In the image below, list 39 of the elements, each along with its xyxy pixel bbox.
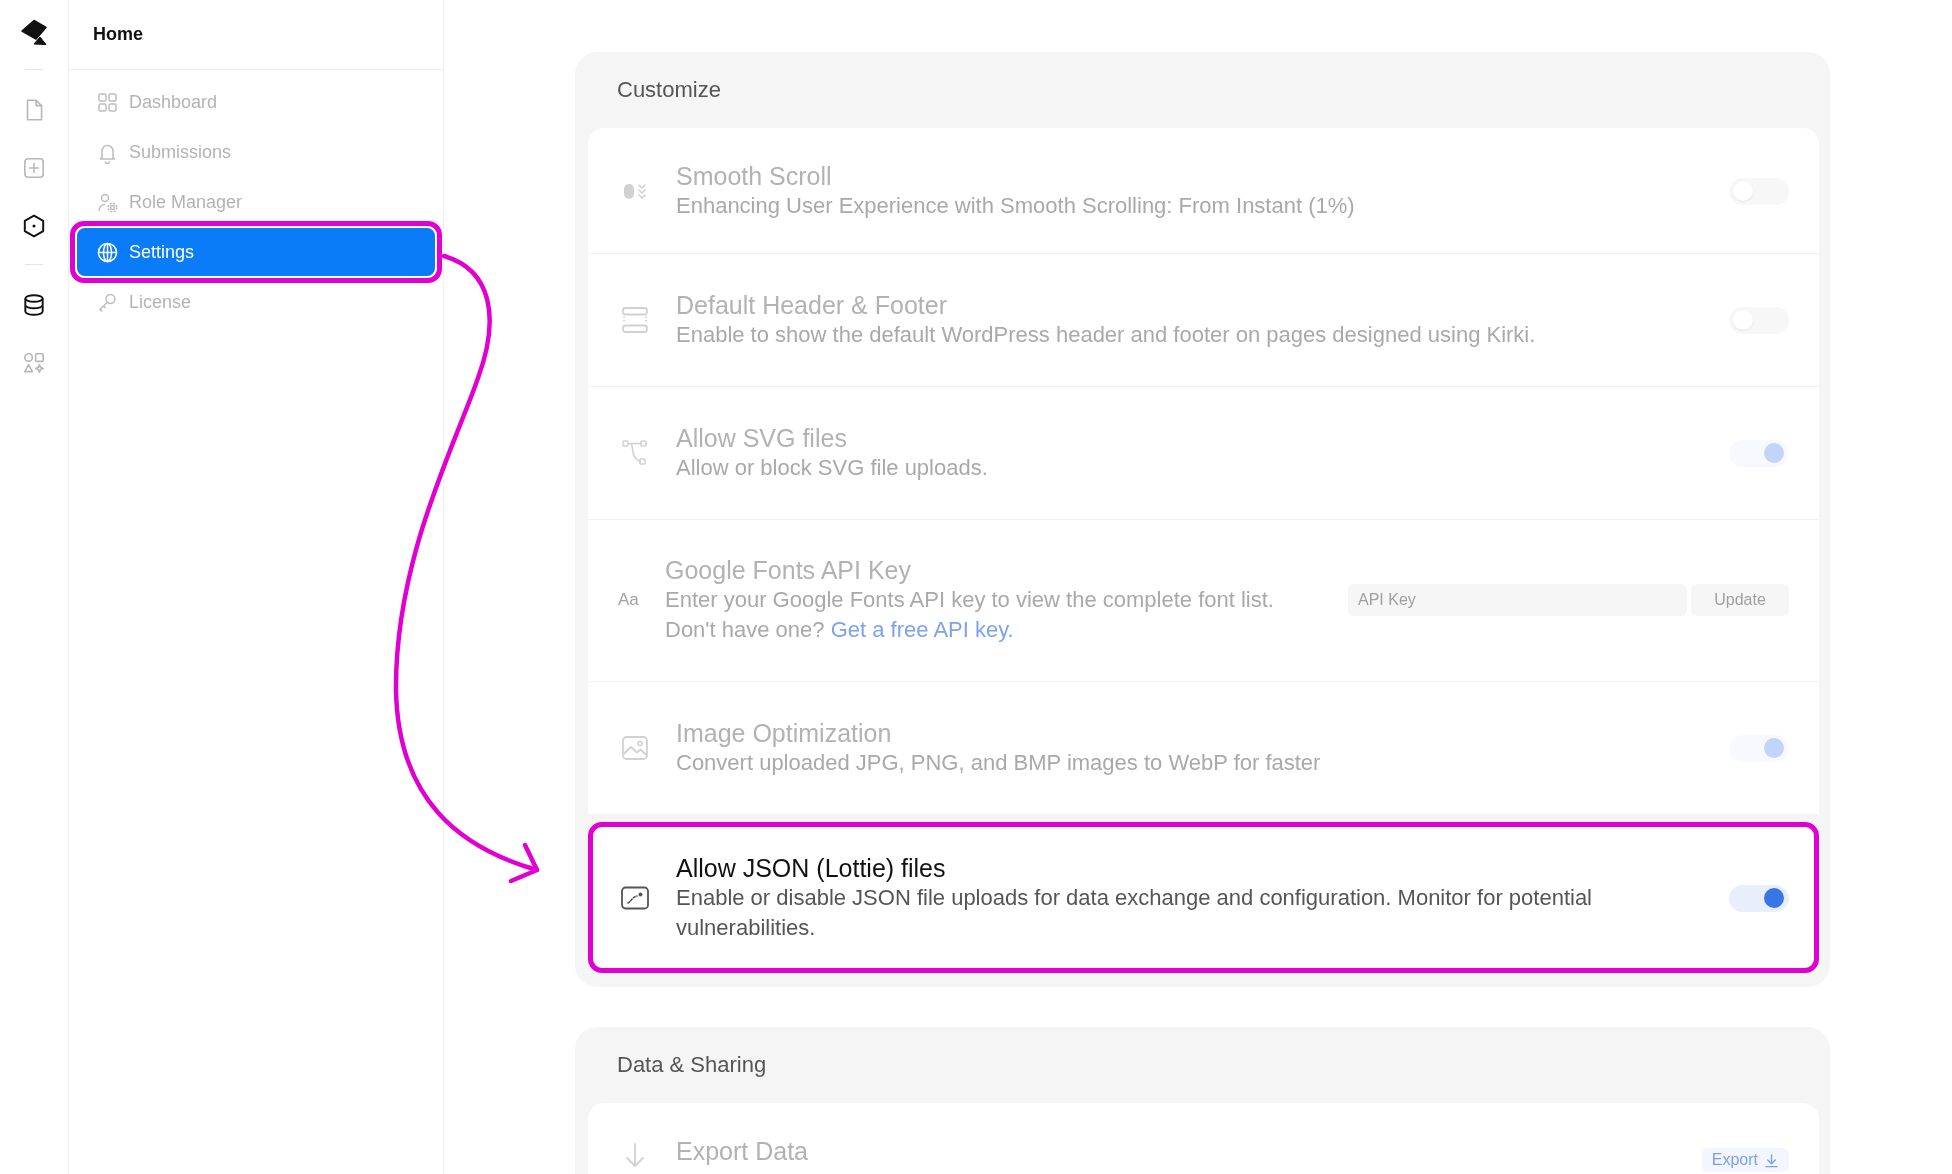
- setting-title: Google Fonts API Key: [665, 555, 912, 585]
- section-title: Data & Sharing: [616, 1051, 768, 1079]
- setting-title: Export Data: [676, 1136, 809, 1166]
- nav-item[interactable]: Role Manager: [77, 178, 435, 226]
- database-icon: [21, 292, 47, 318]
- logo-icon: [19, 18, 49, 48]
- hexagon-icon: [21, 213, 47, 239]
- setting-note: Don't have one? Get a free API key.: [665, 616, 1015, 644]
- setting-description: Enter your Google Fonts API key to view the complete font list.: [665, 586, 1275, 614]
- nav-item[interactable]: License: [77, 278, 435, 326]
- api-key-link[interactable]: Get a free API key.: [830, 617, 1014, 642]
- setting-title: Allow SVG files: [676, 423, 848, 453]
- update-button[interactable]: Update: [1691, 584, 1789, 616]
- toggle-switch[interactable]: [1729, 734, 1789, 762]
- shapes-icon: [21, 350, 47, 376]
- grid-icon: [96, 90, 119, 114]
- setting-description: Enable to show the default WordPress header and footer on pages designed using Kirki.: [676, 321, 1537, 349]
- layout-icon: [619, 304, 651, 336]
- export-button[interactable]: Export: [1701, 1148, 1789, 1172]
- setting-title: Allow JSON (Lottie) files: [676, 853, 947, 883]
- add-icon: [21, 155, 47, 181]
- nav-item[interactable]: Settings: [77, 228, 435, 276]
- globe-icon: [96, 240, 119, 264]
- download-icon: [1764, 1152, 1779, 1168]
- setting-title: Smooth Scroll: [676, 161, 833, 191]
- setting-description: Convert uploaded JPG, PNG, and BMP images to WebP for faster: [676, 749, 1322, 777]
- setting-title: Default Header & Footer: [676, 290, 948, 320]
- setting-description: Enhancing User Experience with Smooth Scrolling: From Instant (1%): [676, 192, 1356, 220]
- nav-item[interactable]: Submissions: [77, 128, 435, 176]
- setting-description: Enable or disable JSON file uploads for data exchange and configuration. Monitor for potential vulnerabilities.: [676, 884, 1593, 942]
- setting-description: Allow or block SVG file uploads.: [676, 454, 989, 482]
- nav-item[interactable]: Dashboard: [77, 78, 435, 126]
- section-title: Customize: [616, 76, 722, 104]
- sidebar-title: Home: [93, 24, 143, 45]
- toggle-switch[interactable]: [1729, 884, 1789, 912]
- font-icon: Aa: [618, 590, 642, 610]
- toggle-switch[interactable]: [1729, 439, 1789, 467]
- setting-title: Image Optimization: [676, 718, 893, 748]
- api-key-field[interactable]: API Key: [1348, 584, 1687, 616]
